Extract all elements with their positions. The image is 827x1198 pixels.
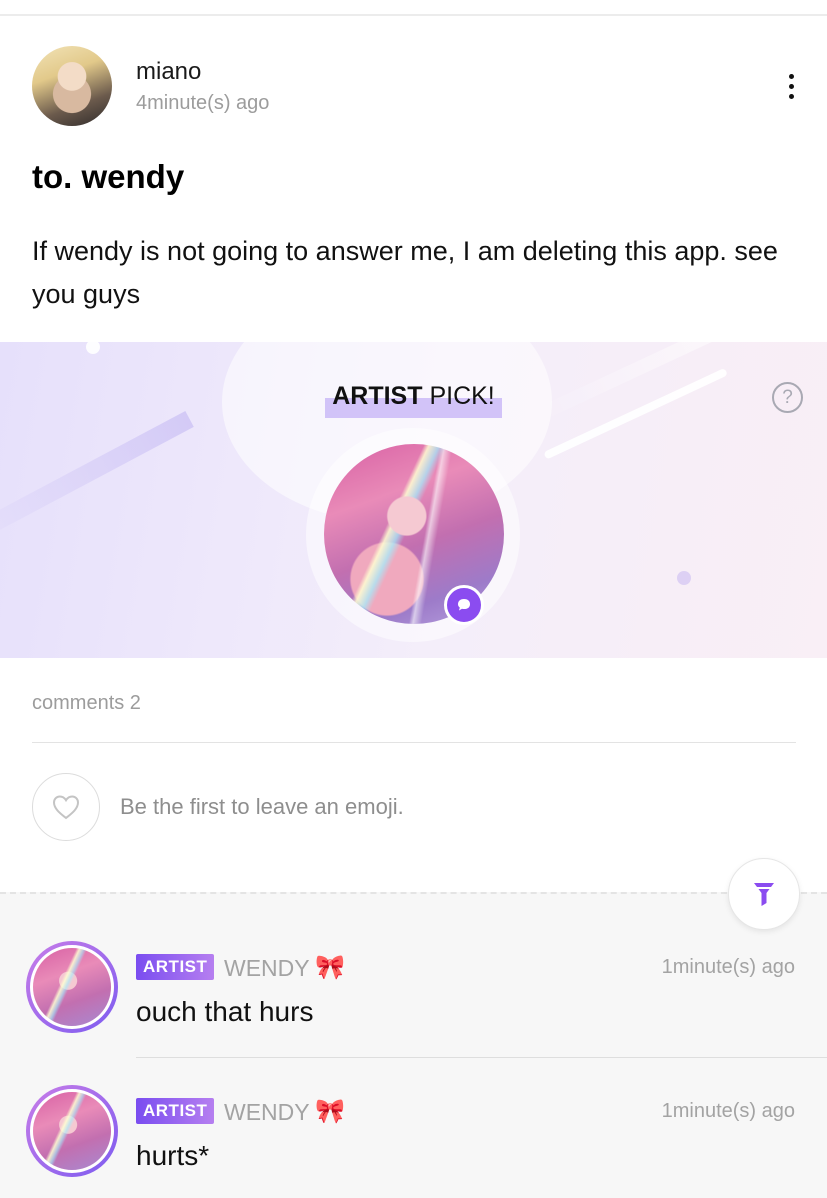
comment-timestamp: 1minute(s) ago	[661, 956, 795, 978]
commenter-name[interactable]: WENDY	[224, 1099, 310, 1126]
artist-pick-title-rest: PICK!	[422, 382, 495, 410]
commenter-avatar[interactable]	[26, 941, 118, 1033]
artist-pick-banner: ARTIST PICK! ?	[0, 342, 827, 658]
commenter-name[interactable]: WENDY	[224, 955, 310, 982]
author-avatar[interactable]	[32, 46, 112, 126]
heart-outline-icon	[52, 795, 80, 820]
top-divider	[0, 14, 827, 16]
bow-emoji: 🎀	[315, 1098, 345, 1125]
post-body: If wendy is not going to answer me, I am…	[32, 236, 778, 309]
filter-button[interactable]	[728, 858, 800, 930]
chat-bubble-icon	[458, 599, 470, 611]
more-vertical-icon	[788, 73, 794, 79]
post-timestamp: 4minute(s) ago	[136, 92, 270, 114]
comment-timestamp: 1minute(s) ago	[661, 1100, 795, 1122]
post-title: to. wendy	[32, 158, 185, 195]
commenter-avatar[interactable]	[26, 1085, 118, 1177]
artist-badge: ARTIST	[136, 954, 215, 980]
banner-decoration	[677, 571, 691, 585]
emoji-reaction-button[interactable]	[32, 773, 100, 841]
author-name[interactable]: miano	[136, 58, 201, 86]
emoji-prompt: Be the first to leave an emoji.	[120, 794, 404, 819]
comments-count: comments 2	[32, 692, 141, 714]
artist-pick-title-strong: ARTIST	[332, 382, 423, 410]
artist-pick-chat-button[interactable]	[444, 585, 484, 625]
comment-text: ouch that hurs	[136, 996, 314, 1027]
comment-text: hurts*	[136, 1140, 210, 1171]
comment-list	[0, 892, 827, 1198]
bow-emoji: 🎀	[315, 954, 345, 981]
banner-decoration	[0, 410, 194, 549]
help-icon[interactable]: ?	[772, 382, 803, 413]
banner-decoration	[86, 342, 100, 354]
filter-funnel-icon	[754, 883, 774, 906]
divider	[32, 742, 796, 743]
artist-badge: ARTIST	[136, 1098, 215, 1124]
artist-pick-title: ARTIST PICK!	[0, 382, 827, 418]
divider	[136, 1057, 827, 1058]
more-options-button[interactable]	[776, 66, 806, 106]
